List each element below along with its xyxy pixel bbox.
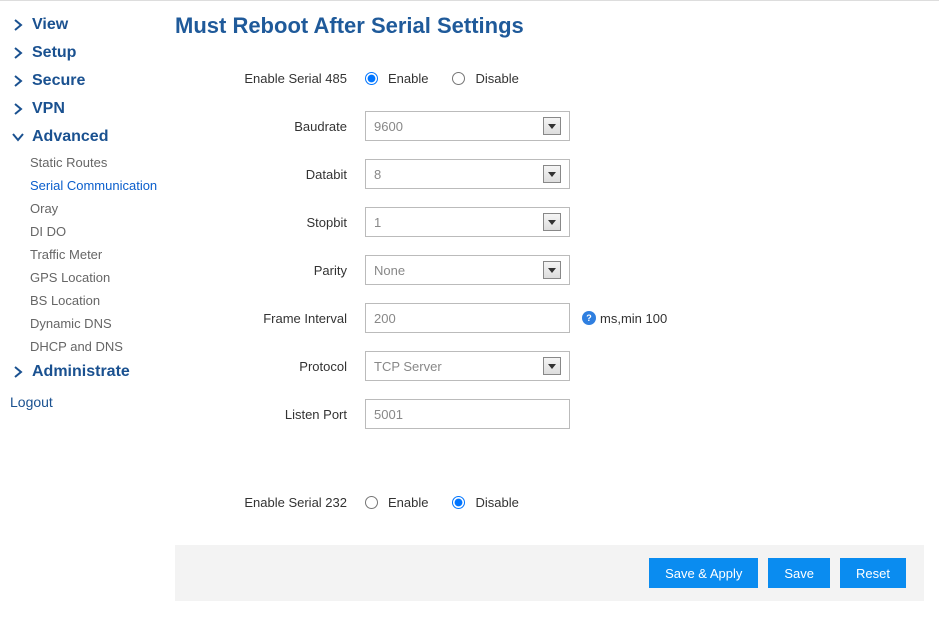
select-value: 9600 (374, 119, 403, 134)
radio-label-enable: Enable (388, 71, 428, 86)
nav-group-vpn[interactable]: VPN (10, 95, 170, 123)
select-databit[interactable]: 8 (365, 159, 570, 189)
nav-sub-di-do[interactable]: DI DO (10, 220, 170, 243)
input-frame-interval[interactable] (365, 303, 570, 333)
select-value: 8 (374, 167, 381, 182)
nav-label: Secure (32, 72, 85, 90)
nav-label: Administrate (32, 363, 130, 381)
radio-group-232: Enable Disable (365, 495, 537, 510)
nav-sub-gps-location[interactable]: GPS Location (10, 266, 170, 289)
chevron-down-icon (543, 117, 561, 135)
radio-232-disable[interactable] (452, 496, 465, 509)
nav-label: Advanced (32, 128, 108, 146)
nav-sub-dynamic-dns[interactable]: Dynamic DNS (10, 312, 170, 335)
select-parity[interactable]: None (365, 255, 570, 285)
main-content: Must Reboot After Serial Settings Enable… (175, 1, 929, 535)
chevron-down-icon (543, 261, 561, 279)
label-protocol: Protocol (175, 359, 365, 374)
select-value: 1 (374, 215, 381, 230)
info-icon: ? (582, 311, 596, 325)
nav-sub-static-routes[interactable]: Static Routes (10, 151, 170, 174)
nav-sub-bs-location[interactable]: BS Location (10, 289, 170, 312)
label-enable-232: Enable Serial 232 (175, 495, 365, 510)
label-listen-port: Listen Port (175, 407, 365, 422)
select-stopbit[interactable]: 1 (365, 207, 570, 237)
radio-485-enable[interactable] (365, 72, 378, 85)
radio-label-disable: Disable (475, 71, 518, 86)
nav-group-setup[interactable]: Setup (10, 39, 170, 67)
input-listen-port[interactable] (365, 399, 570, 429)
hint-frame-interval: ms,min 100 (600, 311, 667, 326)
chevron-down-icon (543, 213, 561, 231)
page-title: Must Reboot After Serial Settings (175, 13, 929, 39)
select-value: None (374, 263, 405, 278)
label-enable-485: Enable Serial 485 (175, 71, 365, 86)
radio-group-485: Enable Disable (365, 71, 537, 86)
chevron-right-icon (10, 73, 26, 89)
save-apply-button[interactable]: Save & Apply (649, 558, 758, 588)
label-baudrate: Baudrate (175, 119, 365, 134)
reset-button[interactable]: Reset (840, 558, 906, 588)
chevron-right-icon (10, 101, 26, 117)
chevron-right-icon (10, 364, 26, 380)
logout-link[interactable]: Logout (10, 386, 170, 410)
nav-label: Setup (32, 44, 76, 62)
nav-group-advanced[interactable]: Advanced (10, 123, 170, 151)
radio-label-enable: Enable (388, 495, 428, 510)
select-baudrate[interactable]: 9600 (365, 111, 570, 141)
chevron-down-icon (10, 129, 26, 145)
nav-sub-oray[interactable]: Oray (10, 197, 170, 220)
nav-label: VPN (32, 100, 65, 118)
label-stopbit: Stopbit (175, 215, 365, 230)
radio-232-enable[interactable] (365, 496, 378, 509)
label-databit: Databit (175, 167, 365, 182)
chevron-down-icon (543, 165, 561, 183)
footer-bar: Save & Apply Save Reset (175, 545, 924, 601)
chevron-right-icon (10, 17, 26, 33)
nav-group-administrate[interactable]: Administrate (10, 358, 170, 386)
chevron-down-icon (543, 357, 561, 375)
label-frame-interval: Frame Interval (175, 311, 365, 326)
nav-label: View (32, 16, 68, 34)
radio-label-disable: Disable (475, 495, 518, 510)
nav-sub-dhcp-dns[interactable]: DHCP and DNS (10, 335, 170, 358)
sidebar: View Setup Secure VPN Advanced Static Ro… (0, 1, 170, 410)
radio-485-disable[interactable] (452, 72, 465, 85)
select-value: TCP Server (374, 359, 442, 374)
nav-sub-serial-communication[interactable]: Serial Communication (10, 174, 170, 197)
save-button[interactable]: Save (768, 558, 830, 588)
nav-group-secure[interactable]: Secure (10, 67, 170, 95)
chevron-right-icon (10, 45, 26, 61)
select-protocol[interactable]: TCP Server (365, 351, 570, 381)
label-parity: Parity (175, 263, 365, 278)
nav-group-view[interactable]: View (10, 11, 170, 39)
nav-sub-traffic-meter[interactable]: Traffic Meter (10, 243, 170, 266)
